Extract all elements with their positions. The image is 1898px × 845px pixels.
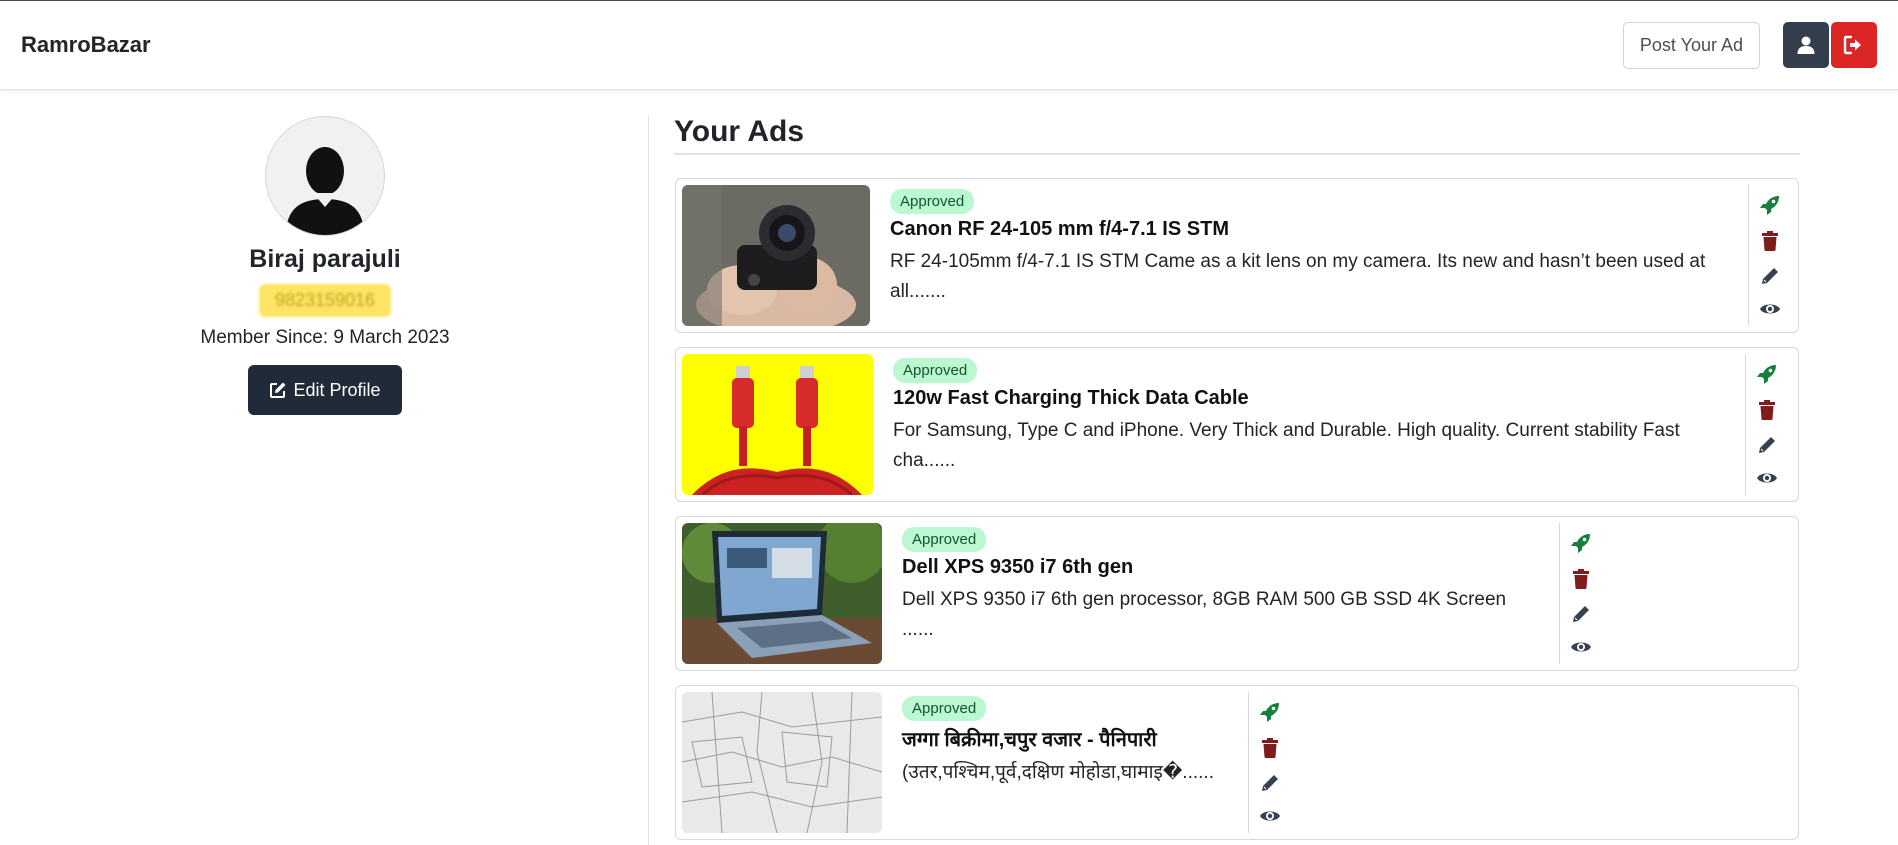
ads-panel: Your Ads Approved Canon RF 24-105 mm f/4… <box>674 90 1800 840</box>
ad-body: Approved जग्गा बिक्रीमा,चपुर वजार - पैनि… <box>882 686 1248 788</box>
status-badge: Approved <box>890 189 975 214</box>
trash-icon[interactable] <box>1572 569 1590 590</box>
ads-heading: Your Ads <box>674 115 1800 155</box>
ad-card[interactable]: Approved 120w Fast Charging Thick Data C… <box>675 347 1799 502</box>
logout-icon <box>1843 35 1861 55</box>
ad-body: Approved Dell XPS 9350 i7 6th gen Dell X… <box>882 517 1559 645</box>
navbar-actions: Post Your Ad <box>1622 21 1877 69</box>
edit-square-icon <box>270 382 286 398</box>
profile-button[interactable] <box>1783 22 1829 68</box>
navbar: RamroBazar Post Your Ad <box>0 1 1898 90</box>
user-phone-redacted: 9823159016 <box>258 284 392 317</box>
ad-thumbnail-cable[interactable] <box>682 354 873 495</box>
trash-icon[interactable] <box>1758 400 1776 421</box>
main-content: Biraj parajuli 9823159016 Member Since: … <box>0 90 1898 845</box>
status-badge: Approved <box>893 358 978 383</box>
user-icon <box>1797 36 1815 54</box>
post-ad-button[interactable]: Post Your Ad <box>1622 21 1760 69</box>
avatar <box>265 116 385 236</box>
ad-card[interactable]: Approved Canon RF 24-105 mm f/4-7.1 IS S… <box>675 178 1799 333</box>
ad-title[interactable]: जग्गा बिक्रीमा,चपुर वजार - पैनिपारी <box>902 725 1230 752</box>
member-since: Member Since: 9 March 2023 <box>200 327 450 348</box>
ad-thumbnail-camera[interactable] <box>682 185 870 326</box>
ad-title[interactable]: 120w Fast Charging Thick Data Cable <box>893 387 1727 410</box>
eye-icon[interactable] <box>1759 301 1781 317</box>
eye-icon[interactable] <box>1756 470 1778 486</box>
user-name: Biraj parajuli <box>249 245 401 273</box>
user-avatar-icon <box>286 147 364 235</box>
ad-thumbnail-laptop[interactable] <box>682 523 882 664</box>
trash-icon[interactable] <box>1761 231 1779 252</box>
brand-logo[interactable]: RamroBazar <box>21 32 151 58</box>
rocket-icon[interactable] <box>1259 701 1281 723</box>
profile-panel: Biraj parajuli 9823159016 Member Since: … <box>0 90 650 415</box>
pencil-icon[interactable] <box>1571 604 1591 624</box>
status-badge: Approved <box>902 696 987 721</box>
column-divider <box>648 115 649 845</box>
ad-description: RF 24-105mm f/4-7.1 IS STM Came as a kit… <box>890 251 1706 302</box>
pencil-icon[interactable] <box>1760 266 1780 286</box>
trash-icon[interactable] <box>1261 738 1279 759</box>
ad-description: For Samsung, Type C and iPhone. Very Thi… <box>893 420 1680 471</box>
logout-button[interactable] <box>1831 22 1877 68</box>
ad-title[interactable]: Canon RF 24-105 mm f/4-7.1 IS STM <box>890 218 1730 241</box>
ad-body: Approved Canon RF 24-105 mm f/4-7.1 IS S… <box>870 179 1748 307</box>
edit-profile-button[interactable]: Edit Profile <box>248 365 402 415</box>
ad-card[interactable]: Approved जग्गा बिक्रीमा,चपुर वजार - पैनि… <box>675 685 1799 840</box>
ad-actions <box>1559 523 1601 664</box>
ad-description: Dell XPS 9350 i7 6th gen processor, 8GB … <box>902 589 1507 640</box>
ad-card[interactable]: Approved Dell XPS 9350 i7 6th gen Dell X… <box>675 516 1799 671</box>
edit-profile-label: Edit Profile <box>293 379 381 400</box>
ad-thumbnail-land-map[interactable] <box>682 692 882 833</box>
ad-actions <box>1248 692 1290 833</box>
eye-icon[interactable] <box>1570 639 1592 655</box>
ad-actions <box>1745 354 1787 495</box>
ad-description: (उतर,पश्चिम,पूर्व,दक्षिण मोहोडा,घामाइ�..… <box>902 762 1214 783</box>
status-badge: Approved <box>902 527 987 552</box>
rocket-icon[interactable] <box>1759 194 1781 216</box>
rocket-icon[interactable] <box>1570 532 1592 554</box>
ad-actions <box>1748 185 1790 326</box>
ad-body: Approved 120w Fast Charging Thick Data C… <box>873 348 1745 476</box>
eye-icon[interactable] <box>1259 808 1281 824</box>
pencil-icon[interactable] <box>1757 435 1777 455</box>
rocket-icon[interactable] <box>1756 363 1778 385</box>
ad-title[interactable]: Dell XPS 9350 i7 6th gen <box>902 556 1541 579</box>
pencil-icon[interactable] <box>1260 773 1280 793</box>
